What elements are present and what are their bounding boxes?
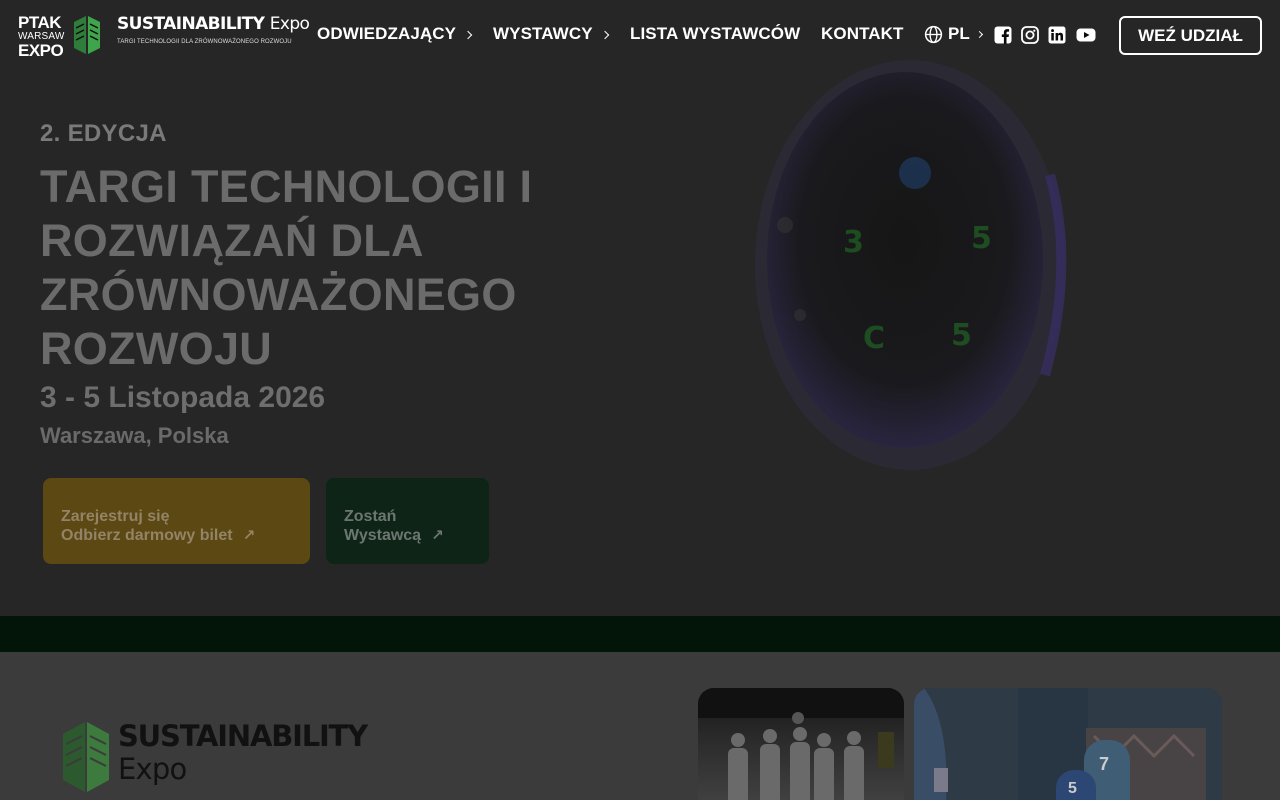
svg-text:3: 3 (843, 225, 864, 260)
youtube-icon[interactable] (1076, 26, 1096, 44)
leaf-logo-icon (74, 16, 100, 54)
brand-tagline: TARGI TECHNOLOGII DLA ZRÓWNOWAŻONEGO ROZ… (117, 39, 292, 45)
hero-device-image: 3 5 C 5 (755, 60, 1067, 470)
about-brand-suffix: Expo (118, 752, 187, 786)
arrow-up-right-icon: ↗ (431, 527, 444, 544)
nav-exhibitors[interactable]: WYSTAWCY (493, 24, 609, 44)
linkedin-icon[interactable] (1048, 26, 1066, 44)
language-switcher[interactable]: PL (924, 24, 983, 44)
sustainability-expo-logo[interactable]: SUSTAINABILITY Expo TARGI TECHNOLOGII DL… (117, 14, 310, 45)
green-divider-strip (0, 616, 1280, 652)
nav-contact[interactable]: KONTAKT (821, 24, 904, 44)
instagram-icon[interactable] (1021, 26, 1039, 44)
about-section: SUSTAINABILITY Expo 7 5 (0, 652, 1280, 800)
register-button-line2: Odbierz darmowy bilet (61, 527, 233, 544)
facebook-icon[interactable] (994, 26, 1012, 44)
exhibitor-button-line2: Wystawcą (344, 527, 422, 544)
svg-text:5: 5 (951, 318, 972, 353)
nav-exhibitor-list[interactable]: LISTA WYSTAWCÓW (630, 24, 800, 44)
leaf-logo-icon (63, 722, 109, 792)
event-dates: 3 - 5 Listopada 2026 (40, 381, 326, 414)
about-brand-name: SUSTAINABILITY (118, 719, 368, 753)
ptak-logo-line3: EXPO (18, 41, 64, 60)
edition-label: 2. EDYCJA (40, 120, 167, 147)
chevron-right-icon (600, 30, 609, 39)
register-button-line1: Zarejestruj się (61, 508, 170, 525)
exhibitor-button-line1: Zostań (344, 508, 397, 525)
nav-label: LISTA WYSTAWCÓW (630, 24, 801, 43)
svg-text:C: C (863, 321, 885, 356)
globe-icon (924, 25, 943, 43)
brand-suffix: Expo (269, 14, 310, 34)
sustainability-expo-large-logo: SUSTAINABILITY Expo (118, 719, 368, 786)
arrow-up-right-icon: ↗ (242, 527, 256, 544)
booth-number-7: 7 (1099, 754, 1110, 774)
nav-visitors[interactable]: ODWIEDZAJĄCY (317, 24, 473, 44)
ptak-warsaw-expo-logo[interactable]: PTAK WARSAW EXPO (18, 13, 68, 60)
language-label: PL (948, 24, 970, 43)
register-free-ticket-button[interactable]: Zarejestruj się Odbierz darmowy bilet ↗ (43, 478, 310, 564)
team-photo-image (698, 688, 904, 800)
brand-name: SUSTAINABILITY (117, 14, 265, 34)
nav-label: KONTAKT (821, 24, 904, 43)
exhibition-booth-photo: 7 5 (914, 688, 1222, 800)
site-header: PTAK WARSAW EXPO SUSTAINABILITY Expo TAR… (0, 0, 1280, 70)
team-photo (698, 688, 904, 800)
hero-title: TARGI TECHNOLOGII I ROZWIĄZAŃ DLA ZRÓWNO… (40, 161, 533, 374)
event-location: Warszawa, Polska (40, 423, 229, 448)
become-exhibitor-button[interactable]: Zostań Wystawcą ↗ (326, 478, 489, 564)
booth-number-5: 5 (1068, 780, 1077, 797)
chevron-right-icon (975, 30, 983, 39)
nav-label: ODWIEDZAJĄCY (317, 24, 457, 43)
nav-label: WYSTAWCY (493, 24, 593, 43)
chevron-right-icon (463, 30, 473, 39)
ptak-logo-line1: PTAK (18, 13, 62, 32)
take-part-button[interactable]: WEŹ UDZIAŁ (1119, 16, 1262, 55)
svg-text:5: 5 (971, 221, 992, 256)
hero-section: 3 5 C 5 2. EDYCJA TARGI TECHNOLOGII I RO… (0, 0, 1280, 616)
